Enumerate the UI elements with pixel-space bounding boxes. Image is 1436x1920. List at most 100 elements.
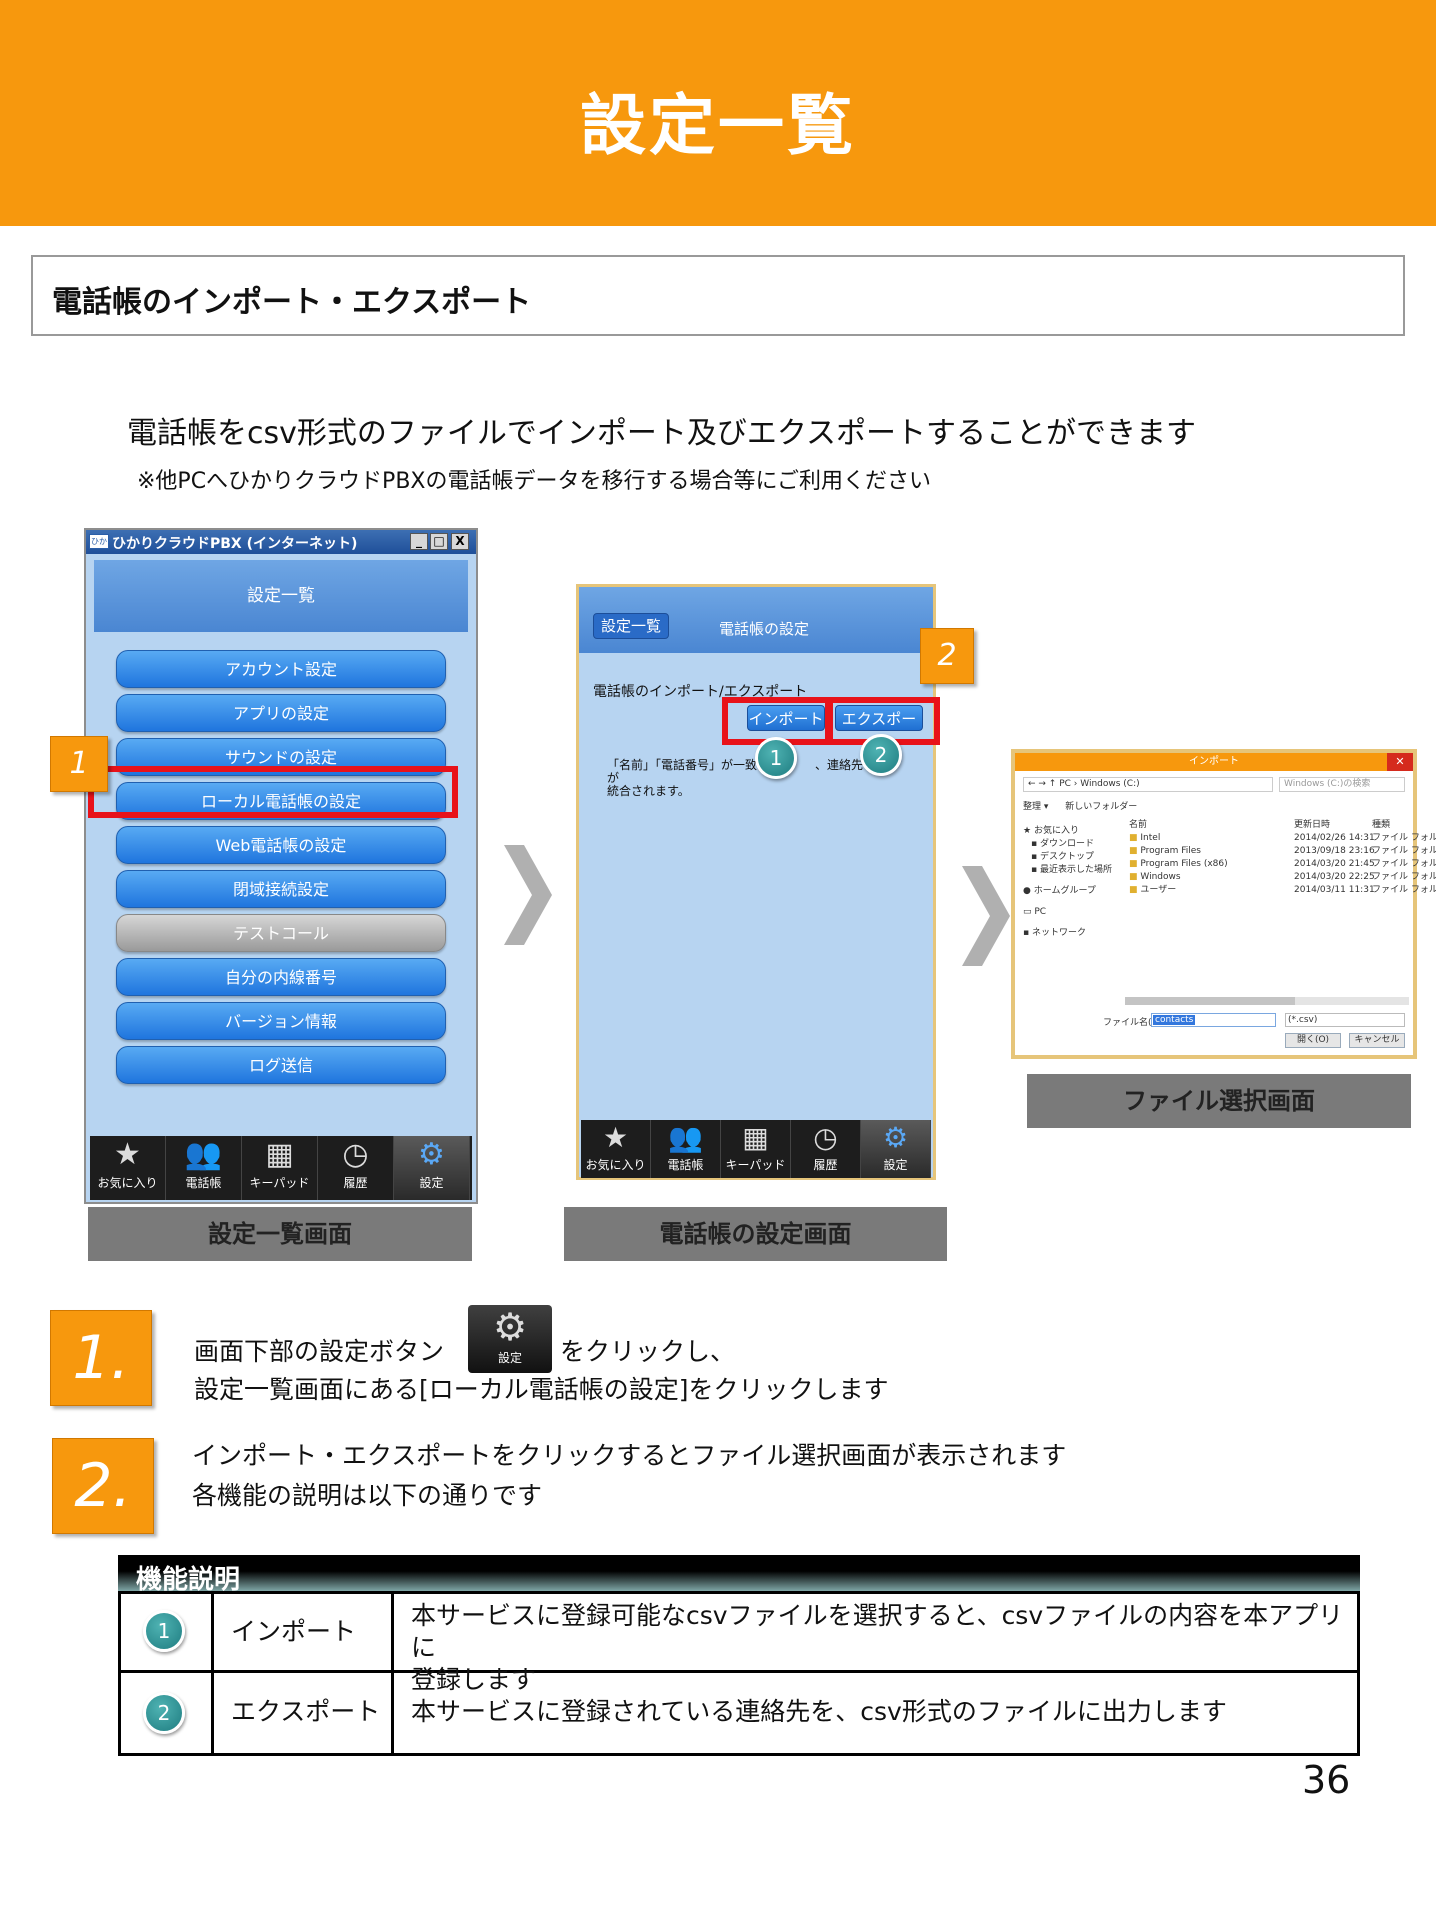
app-logo: ひか (89, 534, 109, 549)
tab-bar: ★ お気に入り 👥 電話帳 ▦ キーパッド ◷ 履歴 ⚙ 設定 (90, 1136, 472, 1200)
step-tag-2: 2 (920, 628, 974, 684)
dialog-toolbar: 整理 ▾ 新しいフォルダー (1023, 799, 1137, 812)
organize-button[interactable]: 整理 ▾ (1023, 802, 1048, 812)
file-row[interactable]: ■ Program Files (x86) 2014/03/20 21:45ファイ… (1129, 858, 1436, 871)
step-tag-1: 1 (50, 736, 108, 792)
table-row-desc: 本サービスに登録可能なcsvファイルを選択すると、csvファイルの内容を本アプリ… (411, 1601, 1344, 1694)
step-number-1: 1. (50, 1310, 152, 1406)
send-log-button[interactable]: ログ送信 (116, 1046, 446, 1084)
navigation-pane: ★ お気に入り ▪ ダウンロード ▪ デスクトップ ▪ 最近表示した場所 ● ホ… (1023, 825, 1115, 940)
table-row-name: インポート (231, 1617, 357, 1646)
screen-title: 電話帳の設定 (719, 620, 810, 638)
highlight-local-phonebook (88, 766, 458, 818)
merge-description: 「名前」「電話番号」が一致し 、連絡先が 統合されます。 (607, 758, 864, 798)
new-folder-button[interactable]: 新しいフォルダー (1065, 802, 1137, 812)
clock-icon: ◷ (342, 1137, 369, 1172)
step-2-line1: インポート・エクスポートをクリックするとファイル選択画面が表示されます (192, 1441, 1067, 1470)
star-icon: ★ (602, 1121, 629, 1154)
screen-header: 設定一覧 (94, 560, 468, 632)
caption-file-select: ファイル選択画面 (1027, 1074, 1411, 1128)
step-1-line1-b: をクリックし、 (560, 1337, 736, 1366)
section-title: 電話帳のインポート・エクスポート (52, 285, 532, 320)
address-bar[interactable]: ← → ↑ PC › Windows (C:) (1023, 777, 1273, 792)
tab-bar: ★ お気に入り 👥 電話帳 ▦ キーパッド ◷ 履歴 ⚙ 設定 (581, 1120, 931, 1178)
marker-2: 2 (860, 734, 902, 776)
nav-homegroup[interactable]: ● ホームグループ (1023, 885, 1115, 898)
nav-recent[interactable]: ▪ 最近表示した場所 (1023, 864, 1115, 877)
file-row[interactable]: ■ Intel 2014/02/26 14:31ファイル フォル (1129, 832, 1436, 845)
tab-history[interactable]: ◷ 履歴 (791, 1120, 861, 1178)
folder-icon: ■ (1129, 846, 1138, 856)
keypad-icon: ▦ (742, 1121, 769, 1154)
step-1-line1-a: 画面下部の設定ボタン (194, 1337, 445, 1366)
intro-text: 電話帳をcsv形式のファイルでインポート及びエクスポートすることができます (127, 416, 1196, 451)
table-title: 機能説明 (118, 1555, 1360, 1595)
intro-note: ※他PCへひかりクラウドPBXの電話帳データを移行する場合等にご利用ください (137, 469, 932, 494)
open-button[interactable]: 開く(O) (1285, 1033, 1341, 1048)
page-number: 36 (1302, 1758, 1351, 1802)
close-icon[interactable]: ✕ (1387, 753, 1413, 771)
account-settings-button[interactable]: アカウント設定 (116, 650, 446, 688)
cancel-button[interactable]: キャンセル (1349, 1033, 1405, 1048)
table-row-name: エクスポート (231, 1697, 381, 1726)
folder-icon: ■ (1129, 885, 1138, 895)
my-extension-button[interactable]: 自分の内線番号 (116, 958, 446, 996)
tab-favorites[interactable]: ★ お気に入り (90, 1136, 166, 1200)
file-list: 名前 更新日時 種類 ■ Intel 2014/02/26 14:31ファイル フォル… (1129, 819, 1436, 897)
nav-downloads[interactable]: ▪ ダウンロード (1023, 838, 1115, 851)
step-2-line2: 各機能の説明は以下の通りです (192, 1481, 543, 1510)
contacts-icon: 👥 (668, 1121, 703, 1154)
tab-keypad[interactable]: ▦ キーパッド (721, 1120, 791, 1178)
chevron-right-icon (962, 866, 1010, 966)
back-button[interactable]: 設定一覧 (593, 613, 669, 639)
nav-desktop[interactable]: ▪ デスクトップ (1023, 851, 1115, 864)
settings-list-screenshot: ひかりクラウドPBX (インターネット) ひか _ □ X 設定一覧 アカウント… (84, 528, 478, 1204)
file-list-header: 名前 更新日時 種類 (1129, 820, 1391, 830)
page-title: 設定一覧 (580, 87, 856, 164)
contacts-icon: 👥 (184, 1137, 223, 1172)
caption-phonebook-settings: 電話帳の設定画面 (564, 1207, 947, 1261)
file-row[interactable]: ■ Program Files 2013/09/18 23:16ファイル フォル (1129, 845, 1436, 858)
settings-gear-button: ⚙ 設定 (468, 1305, 552, 1373)
file-select-dialog: インポート ✕ ← → ↑ PC › Windows (C:) Windows … (1011, 749, 1436, 1059)
test-call-button[interactable]: テストコール (116, 914, 446, 952)
tab-settings[interactable]: ⚙ 設定 (861, 1120, 931, 1178)
tab-phonebook[interactable]: 👥 電話帳 (166, 1136, 242, 1200)
caption-settings-list: 設定一覧画面 (88, 1207, 472, 1261)
marker-1: 1 (143, 1610, 185, 1652)
gear-icon: ⚙ (882, 1121, 909, 1154)
version-info-button[interactable]: バージョン情報 (116, 1002, 446, 1040)
app-settings-button[interactable]: アプリの設定 (116, 694, 446, 732)
file-type-select[interactable]: (*.csv) (1285, 1013, 1405, 1027)
step-number-2: 2. (52, 1438, 154, 1534)
close-button[interactable]: X (451, 533, 469, 550)
tab-phonebook[interactable]: 👥 電話帳 (651, 1120, 721, 1178)
folder-icon: ■ (1129, 833, 1138, 843)
nav-pc[interactable]: ▭ PC (1023, 906, 1115, 919)
star-icon: ★ (114, 1137, 141, 1172)
marker-2: 2 (143, 1692, 185, 1734)
search-input[interactable]: Windows (C:)の検索 (1279, 777, 1405, 792)
gear-icon: ⚙ (492, 1305, 528, 1349)
folder-icon: ■ (1129, 872, 1138, 882)
web-phonebook-settings-button[interactable]: Web電話帳の設定 (116, 826, 446, 864)
closed-network-settings-button[interactable]: 閉域接続設定 (116, 870, 446, 908)
minimize-button[interactable]: _ (410, 533, 428, 550)
file-row[interactable]: ■ ユーザー 2014/03/11 11:31ファイル フォル (1129, 884, 1436, 897)
tab-keypad[interactable]: ▦ キーパッド (242, 1136, 318, 1200)
tab-settings[interactable]: ⚙ 設定 (394, 1136, 470, 1200)
tab-history[interactable]: ◷ 履歴 (318, 1136, 394, 1200)
keypad-icon: ▦ (265, 1137, 294, 1172)
tab-favorites[interactable]: ★ お気に入り (581, 1120, 651, 1178)
nav-favorites[interactable]: ★ お気に入り (1023, 825, 1115, 838)
dialog-titlebar: インポート (1015, 753, 1413, 771)
nav-network[interactable]: ▪ ネットワーク (1023, 927, 1115, 940)
clock-icon: ◷ (813, 1121, 838, 1154)
maximize-button[interactable]: □ (430, 533, 448, 550)
table-row-desc: 本サービスに登録されている連絡先を、csv形式のファイルに出力します (411, 1697, 1227, 1726)
phonebook-settings-screenshot: 設定一覧 電話帳の設定 電話帳のインポート/エクスポート インポート エクスポー… (576, 584, 936, 1180)
file-row[interactable]: ■ Windows 2014/03/20 22:25ファイル フォル (1129, 871, 1436, 884)
filename-input[interactable]: contacts (1151, 1013, 1276, 1027)
chevron-right-icon (504, 845, 552, 945)
horizontal-scrollbar[interactable] (1125, 997, 1409, 1005)
